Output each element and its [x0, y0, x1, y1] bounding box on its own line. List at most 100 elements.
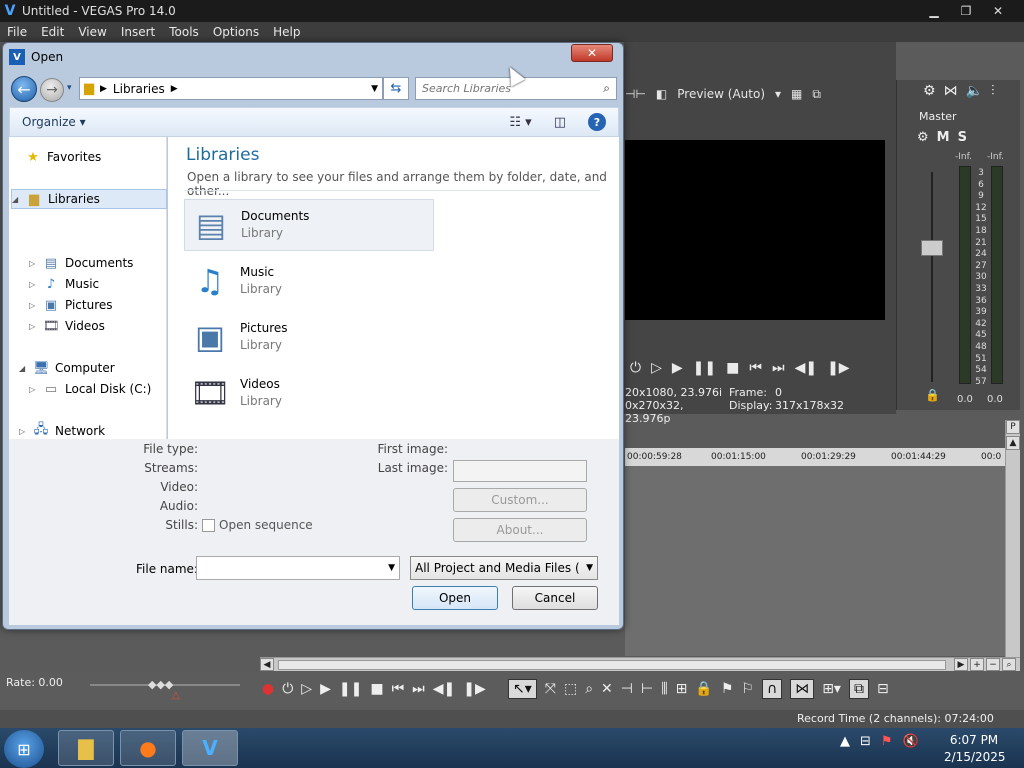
- zoom-out-icon[interactable]: −: [986, 658, 1000, 671]
- file-name-combobox[interactable]: ▼: [196, 556, 400, 580]
- bowtie-icon[interactable]: ⋈: [944, 83, 958, 99]
- start-button[interactable]: ⊞: [4, 730, 44, 768]
- search-icon[interactable]: ⌕: [603, 81, 610, 96]
- menu-tools[interactable]: Tools: [162, 25, 206, 39]
- gear-icon[interactable]: ⚙: [923, 83, 936, 99]
- nav-local-disk[interactable]: ▷ ▭ Local Disk (C:): [29, 379, 151, 399]
- mute-button[interactable]: M: [937, 130, 950, 145]
- chevron-down-icon[interactable]: ▾: [775, 87, 781, 101]
- taskbar-explorer[interactable]: ▇: [58, 730, 114, 766]
- auto-crossfade-icon[interactable]: ⋈: [790, 679, 815, 699]
- region-icon[interactable]: ⚐: [741, 681, 754, 697]
- preview-quality-dropdown[interactable]: Preview (Auto): [677, 87, 765, 101]
- lock-icon[interactable]: 🔒: [695, 681, 712, 697]
- scroll-thumb[interactable]: [278, 660, 946, 670]
- next-frame-icon[interactable]: ❚▶: [827, 360, 850, 376]
- next-frame-icon[interactable]: ❚▶: [463, 681, 486, 697]
- prev-frame-icon[interactable]: ◀❚: [795, 360, 818, 376]
- library-documents[interactable]: ▤ Documents Library: [184, 199, 434, 251]
- nav-network[interactable]: ▷ 🖧 Network: [19, 421, 105, 441]
- lock-envelopes-icon[interactable]: ⧉: [848, 679, 869, 699]
- menu-file[interactable]: File: [0, 25, 34, 39]
- marker-icon[interactable]: ⚑: [721, 681, 734, 697]
- zoom-tool-icon[interactable]: ⌕: [1002, 658, 1016, 671]
- chevron-down-icon[interactable]: ▼: [371, 84, 378, 94]
- marker-icon[interactable]: P: [1006, 420, 1020, 434]
- zoom-in-icon[interactable]: +: [970, 658, 984, 671]
- lock-icon[interactable]: 🔒: [925, 388, 940, 402]
- bus-fx-icon[interactable]: ⚙: [917, 130, 929, 145]
- mixer-options-icon[interactable]: ⫶: [991, 83, 995, 99]
- refresh-button[interactable]: ⇆: [383, 77, 409, 100]
- open-button[interactable]: Open: [412, 586, 498, 610]
- master-fader[interactable]: [921, 240, 943, 256]
- trim-icon[interactable]: ⊞: [676, 681, 688, 697]
- rate-slider-handle-icon[interactable]: ◆◆◆: [148, 678, 173, 691]
- expand-arrow-icon[interactable]: ▷: [29, 385, 37, 394]
- dialog-close-button[interactable]: ✕: [571, 44, 613, 62]
- ripple-edit-icon[interactable]: ⊞▾: [822, 681, 841, 697]
- timeline-vertical-scrollbar[interactable]: P ▲: [1005, 420, 1020, 660]
- forward-button[interactable]: →: [40, 78, 64, 102]
- show-hidden-icons-icon[interactable]: ▲: [840, 734, 850, 749]
- menu-view[interactable]: View: [71, 25, 113, 39]
- menu-edit[interactable]: Edit: [34, 25, 71, 39]
- library-music[interactable]: ♫ Music Library: [184, 255, 434, 307]
- normal-edit-tool-icon[interactable]: ↖▾: [508, 679, 537, 699]
- play-from-start-icon[interactable]: ▷: [301, 681, 312, 697]
- preview-pane-icon[interactable]: ◫: [554, 115, 566, 130]
- scroll-right-icon[interactable]: ▶: [954, 658, 968, 671]
- nav-libraries[interactable]: ◢ ▆ Libraries: [11, 189, 167, 209]
- file-name-input[interactable]: [201, 561, 381, 575]
- loop-playback-icon[interactable]: ⏻: [282, 681, 293, 697]
- pause-icon[interactable]: ❚❚: [339, 681, 362, 697]
- loop-icon[interactable]: ⏻: [630, 360, 641, 376]
- ignore-grouping-icon[interactable]: ⊟: [877, 681, 889, 697]
- stop-icon[interactable]: ■: [370, 681, 383, 697]
- expand-arrow-icon[interactable]: ▷: [19, 427, 27, 436]
- change-view-icon[interactable]: ☷ ▾: [509, 115, 531, 130]
- nav-music[interactable]: ▷ ♪ Music: [29, 274, 99, 294]
- collapse-arrow-icon[interactable]: ◢: [12, 195, 20, 204]
- chevron-down-icon[interactable]: ▼: [586, 563, 593, 573]
- stop-icon[interactable]: ■: [726, 360, 739, 376]
- breadcrumb-libraries[interactable]: Libraries: [113, 82, 165, 96]
- checkbox-box[interactable]: [202, 518, 215, 532]
- organize-menu[interactable]: Organize ▾: [22, 115, 86, 129]
- library-videos[interactable]: 🎞 Videos Library: [184, 367, 434, 419]
- menu-options[interactable]: Options: [206, 25, 266, 39]
- nav-documents[interactable]: ▷ ▤ Documents: [29, 253, 133, 273]
- back-button[interactable]: ←: [11, 76, 37, 102]
- collapse-arrow-icon[interactable]: ◢: [19, 364, 27, 373]
- selection-tool-icon[interactable]: ⬚: [564, 681, 577, 697]
- breadcrumb-arrow-icon[interactable]: ▶: [171, 84, 178, 94]
- chevron-down-icon[interactable]: ▼: [388, 563, 395, 573]
- trim-start-icon[interactable]: ⊣: [621, 681, 633, 697]
- go-to-end-icon[interactable]: ⏭: [412, 681, 425, 697]
- maximize-icon[interactable]: ❐: [950, 1, 982, 21]
- go-to-end-icon[interactable]: ⏭: [772, 360, 785, 376]
- action-center-icon[interactable]: ⚑: [881, 734, 893, 749]
- cancel-button[interactable]: Cancel: [512, 586, 598, 610]
- copy-frame-icon[interactable]: ⧉: [812, 87, 821, 102]
- snapping-icon[interactable]: ∩: [761, 679, 783, 699]
- address-bar[interactable]: ▆ ▶ Libraries ▶ ▼: [79, 77, 383, 100]
- play-icon[interactable]: ▶: [320, 681, 331, 697]
- taskbar-firefox[interactable]: ●: [120, 730, 176, 766]
- minimize-icon[interactable]: ▁: [918, 1, 950, 21]
- breadcrumb-arrow-icon[interactable]: ▶: [100, 84, 107, 94]
- nav-computer[interactable]: ◢ 🖥 Computer: [19, 358, 115, 378]
- split-icon[interactable]: ⊣⊢: [625, 87, 646, 101]
- library-pictures[interactable]: ▣ Pictures Library: [184, 311, 434, 363]
- nav-favorites[interactable]: ★ Favorites: [11, 147, 101, 167]
- timeline-tracks[interactable]: [625, 466, 1005, 656]
- close-icon[interactable]: ✕: [982, 1, 1014, 21]
- split-icon[interactable]: ⫼: [661, 681, 667, 697]
- solo-button[interactable]: S: [958, 130, 967, 145]
- network-icon[interactable]: ⊟: [860, 734, 871, 749]
- speaker-icon[interactable]: 🔈: [966, 83, 983, 99]
- record-icon[interactable]: ●: [262, 681, 274, 697]
- envelope-tool-icon[interactable]: ⤧: [545, 681, 556, 697]
- play-icon[interactable]: ▶: [672, 360, 683, 376]
- nav-pictures[interactable]: ▷ ▣ Pictures: [29, 295, 113, 315]
